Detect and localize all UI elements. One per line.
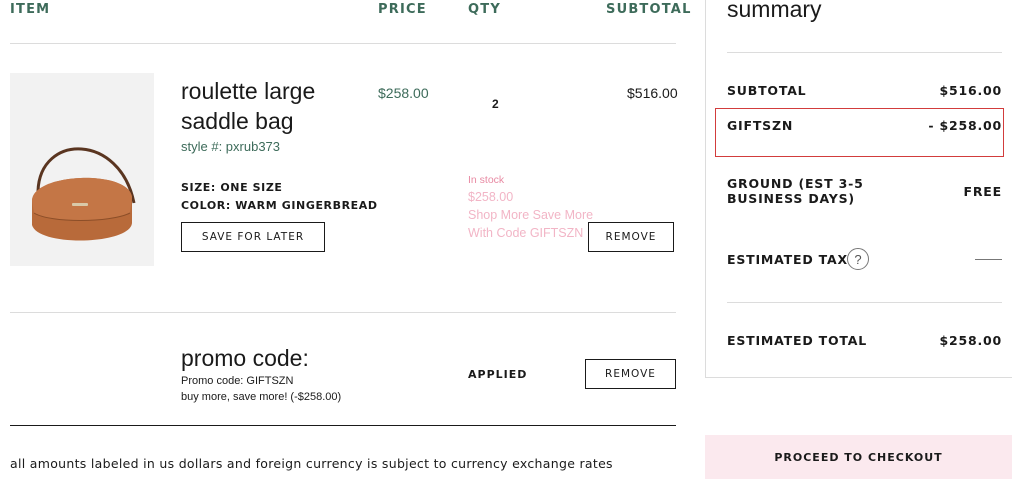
summary-tax-label: ESTIMATED TAX <box>727 252 848 267</box>
column-header-price: PRICE <box>378 2 427 17</box>
product-color: COLOR: WARM GINGERBREAD <box>181 199 378 212</box>
summary-total-divider <box>727 302 1002 303</box>
summary-shipping-value: FREE <box>963 184 1002 199</box>
summary-title-divider <box>727 52 1002 53</box>
remove-item-button[interactable]: REMOVE <box>588 222 674 252</box>
currency-disclaimer: all amounts labeled in us dollars and fo… <box>10 456 613 471</box>
promo-price: $258.00 <box>468 190 514 204</box>
product-divider <box>10 312 676 313</box>
column-header-qty: QTY <box>468 2 501 17</box>
summary-shipping-label: GROUND (EST 3-5 BUSINESS DAYS) <box>727 176 864 206</box>
save-for-later-button[interactable]: SAVE FOR LATER <box>181 222 325 252</box>
promo-description: buy more, save more! (-$258.00) <box>181 391 342 403</box>
product-image[interactable] <box>10 73 154 266</box>
quantity-value[interactable]: 2 <box>492 97 499 111</box>
saddle-bag-image <box>32 147 136 241</box>
summary-discount-value: - $258.00 <box>928 118 1002 133</box>
product-subtotal: $516.00 <box>627 85 678 101</box>
summary-discount-label: GIFTSZN <box>727 118 794 133</box>
remove-promo-button[interactable]: REMOVE <box>585 359 676 389</box>
header-divider <box>10 43 676 44</box>
help-icon[interactable]: ? <box>847 248 869 270</box>
column-header-item: ITEM <box>10 2 51 17</box>
product-size: SIZE: ONE SIZE <box>181 181 283 194</box>
promo-message: Shop More Save More With Code GIFTSZN <box>468 208 594 240</box>
summary-total-value: $258.00 <box>939 333 1002 348</box>
column-header-subtotal: SUBTOTAL <box>606 2 692 17</box>
promo-code-title: promo code: <box>181 345 309 371</box>
summary-subtotal-value: $516.00 <box>939 83 1002 98</box>
stock-status: In stock <box>468 174 505 186</box>
product-name[interactable]: roulette large saddle bag <box>181 76 361 136</box>
promo-code-line: Promo code: GIFTSZN <box>181 375 294 387</box>
product-price: $258.00 <box>378 85 429 101</box>
promo-applied-status: APPLIED <box>468 368 528 381</box>
summary-title: summary <box>727 0 822 22</box>
summary-total-label: ESTIMATED TOTAL <box>727 333 868 348</box>
product-style-number: style #: pxrub373 <box>181 139 281 154</box>
proceed-to-checkout-button[interactable]: PROCEED TO CHECKOUT <box>705 435 1012 479</box>
summary-subtotal-label: SUBTOTAL <box>727 83 807 98</box>
tax-value-dash <box>975 259 1002 260</box>
promo-divider <box>10 425 676 426</box>
